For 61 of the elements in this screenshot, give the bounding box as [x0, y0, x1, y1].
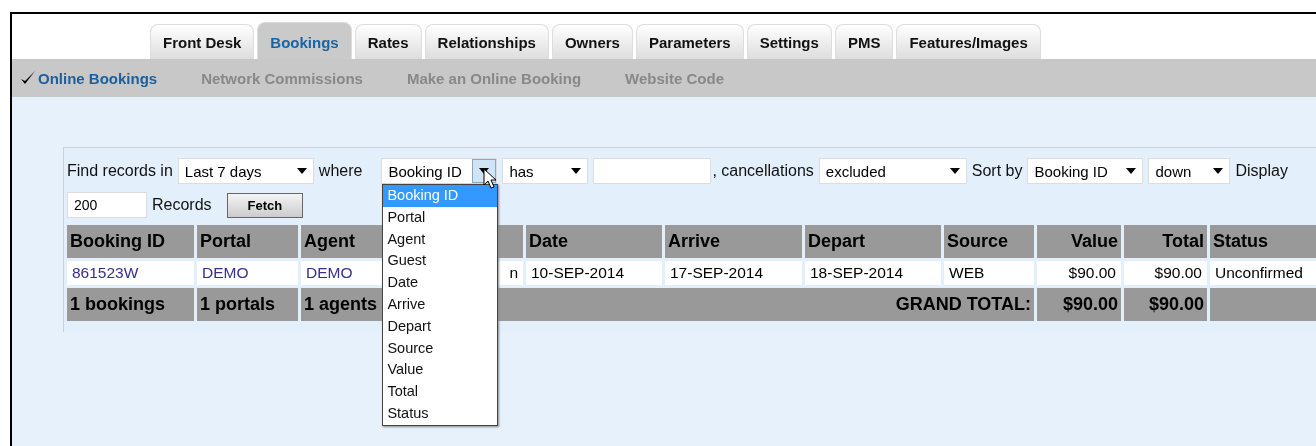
- caret-icon: [296, 168, 307, 174]
- summary-cell: $90.00: [1124, 288, 1207, 321]
- nav-tab[interactable]: Features/Images: [896, 24, 1041, 59]
- sort-direction-select[interactable]: down: [1148, 158, 1231, 184]
- filter-label: Display: [1235, 162, 1288, 180]
- table-cell: $90.00: [1124, 261, 1207, 285]
- table-cell: WEB: [944, 261, 1034, 285]
- summary-cell: 1 portals: [197, 288, 298, 321]
- column-header[interactable]: Agent: [301, 225, 384, 258]
- caret-icon: [571, 168, 582, 174]
- nav-tab[interactable]: Bookings: [257, 22, 352, 59]
- period-select[interactable]: Last 7 days: [177, 158, 314, 184]
- search-field[interactable]: [593, 158, 712, 184]
- table-cell: 18-SEP-2014: [805, 261, 941, 285]
- dropdown-option[interactable]: Portal: [383, 206, 498, 229]
- dropdown-option[interactable]: Status: [383, 402, 498, 425]
- sort-field-select[interactable]: Booking ID: [1027, 158, 1144, 184]
- filter-label: where: [318, 162, 363, 180]
- caret-icon: [1126, 168, 1137, 174]
- filter-label: Find records in: [67, 162, 173, 180]
- column-header[interactable]: Date: [526, 225, 662, 258]
- caret-icon: [949, 168, 960, 174]
- column-header[interactable]: Booking ID: [67, 225, 194, 258]
- column-header[interactable]: Portal: [197, 225, 298, 258]
- dropdown-option[interactable]: Total: [383, 381, 498, 403]
- nav-tab[interactable]: Rates: [354, 24, 422, 59]
- summary-cell: $90.00: [1037, 288, 1121, 321]
- nav-tab[interactable]: PMS: [834, 24, 894, 59]
- table-cell: 17-SEP-2014: [665, 261, 802, 285]
- column-header[interactable]: Source: [944, 225, 1034, 258]
- nav-tab[interactable]: Front Desk: [150, 24, 255, 59]
- field-select[interactable]: Booking ID: [381, 158, 498, 184]
- fetch-button[interactable]: Fetch: [226, 192, 304, 218]
- column-header[interactable]: Arrive: [665, 225, 802, 258]
- nav-tab[interactable]: Relationships: [424, 24, 549, 59]
- subnav-link[interactable]: Online Bookings: [20, 69, 158, 87]
- column-header[interactable]: Status: [1210, 225, 1316, 258]
- nav-tab[interactable]: Settings: [746, 24, 832, 59]
- record-link[interactable]: DEMO: [202, 264, 249, 281]
- summary-cell: 1 agents: [301, 288, 384, 321]
- summary-cell: 1 bookings: [67, 288, 194, 321]
- dropdown-option[interactable]: Agent: [383, 228, 498, 251]
- caret-icon: [1213, 168, 1224, 174]
- column-header[interactable]: Value: [1037, 225, 1121, 258]
- dropdown-option[interactable]: Source: [383, 337, 498, 360]
- nav-tab[interactable]: Parameters: [635, 24, 744, 59]
- records-limit-field[interactable]: 200: [67, 192, 147, 218]
- filter-label: , cancellations: [712, 162, 814, 180]
- table-cell: $90.00: [1037, 261, 1121, 285]
- operator-select[interactable]: has: [502, 158, 589, 184]
- table-cell: 10-SEP-2014: [526, 261, 662, 285]
- filter-label: Records: [152, 196, 212, 214]
- column-header[interactable]: Depart: [805, 225, 941, 258]
- nav-tab[interactable]: Owners: [551, 24, 633, 59]
- cancellations-select[interactable]: excluded: [818, 158, 967, 184]
- record-link[interactable]: DEMO: [306, 264, 353, 281]
- table-cell: Unconfirmed: [1210, 261, 1316, 285]
- column-header[interactable]: Total: [1124, 225, 1207, 258]
- filter-label: Sort by: [971, 162, 1023, 180]
- record-link[interactable]: 861523W: [72, 264, 139, 281]
- dropdown-option[interactable]: Value: [383, 359, 498, 382]
